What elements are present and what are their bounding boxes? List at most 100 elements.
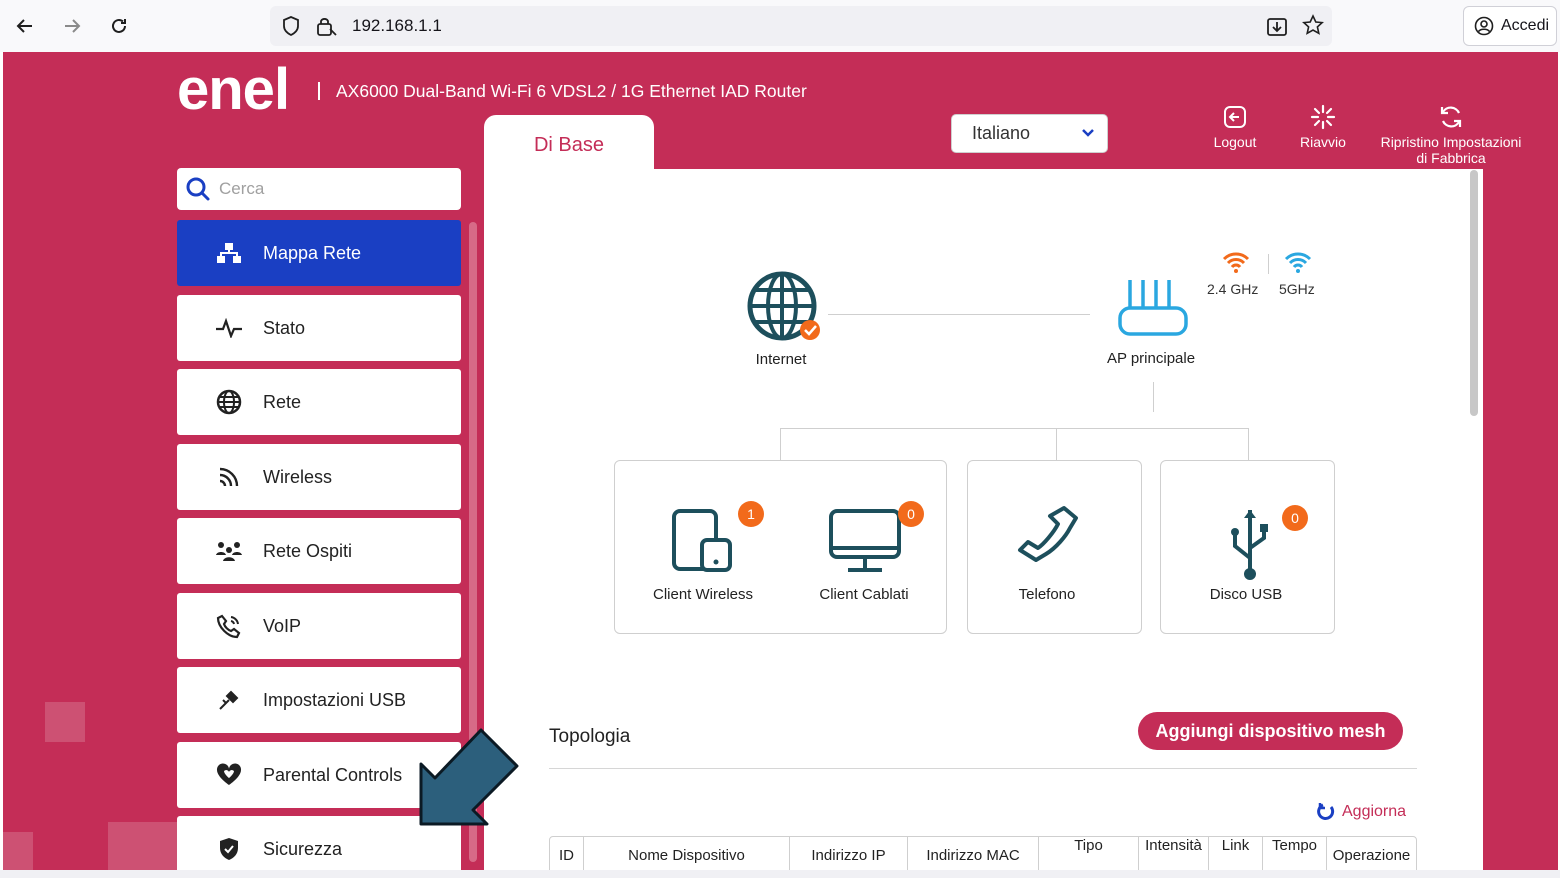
router-title: AX6000 Dual-Band Wi-Fi 6 VDSL2 / 1G Ethe… (336, 81, 807, 101)
sidebar-item-label: Stato (263, 317, 306, 338)
monitor-icon (829, 509, 901, 572)
usb-disk-item[interactable] (1227, 508, 1273, 587)
column-header[interactable]: Indirizzo IP (790, 837, 908, 870)
sidebar-item-stato[interactable]: Stato (177, 295, 461, 361)
reboot-button[interactable]: Riavvio (1293, 104, 1353, 150)
connector-line (1153, 382, 1154, 412)
browser-toolbar: 192.168.1.1 Accedi (0, 0, 1560, 52)
factory-reset-label-1: Ripristino Impostazioni (1380, 134, 1522, 150)
ap-node[interactable] (1116, 278, 1190, 343)
sidebar-item-label: Impostazioni USB (263, 689, 407, 710)
band-24-label: 2.4 GHz (1207, 281, 1259, 297)
reboot-icon (1310, 104, 1336, 130)
wifi-5-icon (1284, 250, 1312, 279)
logo-separator (318, 82, 320, 100)
usb-icon (1231, 510, 1268, 580)
topology-divider (549, 768, 1417, 769)
router-icon (1118, 280, 1188, 336)
column-header[interactable]: Intensità (1139, 837, 1209, 870)
client-wireless-item[interactable] (671, 508, 735, 579)
connector-line (1056, 428, 1057, 460)
sidebar-item-label: Parental Controls (263, 764, 403, 785)
phone-item[interactable] (1016, 504, 1082, 575)
column-header[interactable]: Link (1209, 837, 1263, 870)
sidebar-item-wireless[interactable]: Wireless (177, 444, 461, 510)
factory-reset-label-2: di Fabbrica (1416, 150, 1486, 166)
refresh-label: Aggiorna (1342, 803, 1407, 820)
tablet-icon (672, 509, 732, 572)
account-icon (1474, 16, 1494, 36)
tab-di-base[interactable]: Di Base (484, 115, 654, 175)
sidebar-item-label: Wireless (263, 466, 333, 487)
refresh-icon (1317, 803, 1335, 820)
usb-count-badge: 0 (1282, 505, 1308, 531)
shield-icon (215, 835, 243, 863)
sidebar-item-label: Rete Ospiti (263, 540, 353, 561)
topology-table-header: ID Nome Dispositivo Indirizzo IP Indiriz… (549, 836, 1417, 870)
band-separator (1268, 254, 1269, 274)
phone-icon (215, 612, 243, 640)
factory-reset-icon (1440, 106, 1462, 128)
back-arrow-icon[interactable] (9, 10, 41, 42)
reload-icon[interactable] (103, 10, 135, 42)
decor-square (3, 832, 33, 870)
language-select[interactable]: Italiano (951, 114, 1108, 153)
band-5-label: 5GHz (1279, 281, 1315, 297)
sidebar-item-usb[interactable]: Impostazioni USB (177, 667, 461, 733)
phone-label: Telefono (1018, 586, 1076, 603)
sidebar-search[interactable] (177, 168, 461, 210)
column-header[interactable]: Operazione (1327, 837, 1416, 870)
decor-square (45, 702, 85, 742)
phone-icon (1018, 506, 1078, 562)
connector-line (828, 314, 1090, 315)
lock-icon[interactable] (316, 15, 338, 42)
connector-line (780, 428, 781, 460)
search-icon (186, 177, 210, 201)
column-header[interactable]: ID (550, 837, 584, 870)
connector-line (1248, 428, 1249, 460)
sidebar-item-label: Rete (263, 391, 302, 412)
usb-disk-label: Disco USB (1209, 586, 1283, 603)
network-map-icon (215, 239, 243, 267)
sidebar-item-mappa-rete[interactable]: Mappa Rete (177, 220, 461, 286)
enel-logo: enel (177, 57, 290, 122)
sidebar-item-label: Sicurezza (263, 838, 343, 859)
logout-button[interactable]: Logout (1207, 104, 1263, 150)
heart-icon (215, 761, 243, 789)
factory-reset-button[interactable]: Ripristino Impostazioni di Fabbrica (1371, 104, 1531, 166)
usb-icon (215, 686, 243, 714)
logout-icon (1224, 106, 1246, 128)
url-text[interactable]: 192.168.1.1 (352, 16, 442, 36)
add-mesh-device-button[interactable]: Aggiungi dispositivo mesh (1138, 712, 1403, 750)
ap-label: AP principale (1106, 350, 1196, 367)
column-header[interactable]: Tempo (1263, 837, 1327, 870)
connector-line (780, 428, 1249, 429)
search-input[interactable] (219, 179, 449, 199)
pulse-icon (215, 314, 243, 342)
star-icon[interactable] (1301, 14, 1325, 41)
column-header[interactable]: Indirizzo MAC (908, 837, 1039, 870)
topology-title: Topologia (549, 726, 631, 747)
column-header[interactable]: Nome Dispositivo (584, 837, 790, 870)
client-wireless-count-badge: 1 (738, 501, 764, 527)
sidebar-item-label: Mappa Rete (263, 242, 362, 263)
sidebar-item-rete[interactable]: Rete (177, 369, 461, 435)
internet-node[interactable] (746, 270, 826, 351)
decor-square (108, 822, 188, 870)
client-wired-item[interactable] (828, 508, 902, 579)
language-value: Italiano (972, 123, 1031, 143)
client-wired-label: Client Cablati (819, 586, 909, 603)
content-scrollbar[interactable] (1470, 170, 1478, 416)
browser-bottom-edge (0, 870, 1560, 878)
signin-button[interactable]: Accedi (1463, 6, 1557, 46)
guests-icon (215, 537, 243, 565)
sidebar-item-rete-ospiti[interactable]: Rete Ospiti (177, 518, 461, 584)
refresh-button[interactable]: Aggiorna (1316, 802, 1406, 822)
router-page: enel AX6000 Dual-Band Wi-Fi 6 VDSL2 / 1G… (3, 52, 1558, 870)
sidebar-item-voip[interactable]: VoIP (177, 593, 461, 659)
shield-icon[interactable] (282, 16, 300, 41)
chevron-down-icon (1082, 129, 1094, 137)
column-header[interactable]: Tipo (1039, 837, 1139, 870)
forward-arrow-icon[interactable] (56, 10, 88, 42)
download-icon[interactable] (1266, 15, 1288, 42)
